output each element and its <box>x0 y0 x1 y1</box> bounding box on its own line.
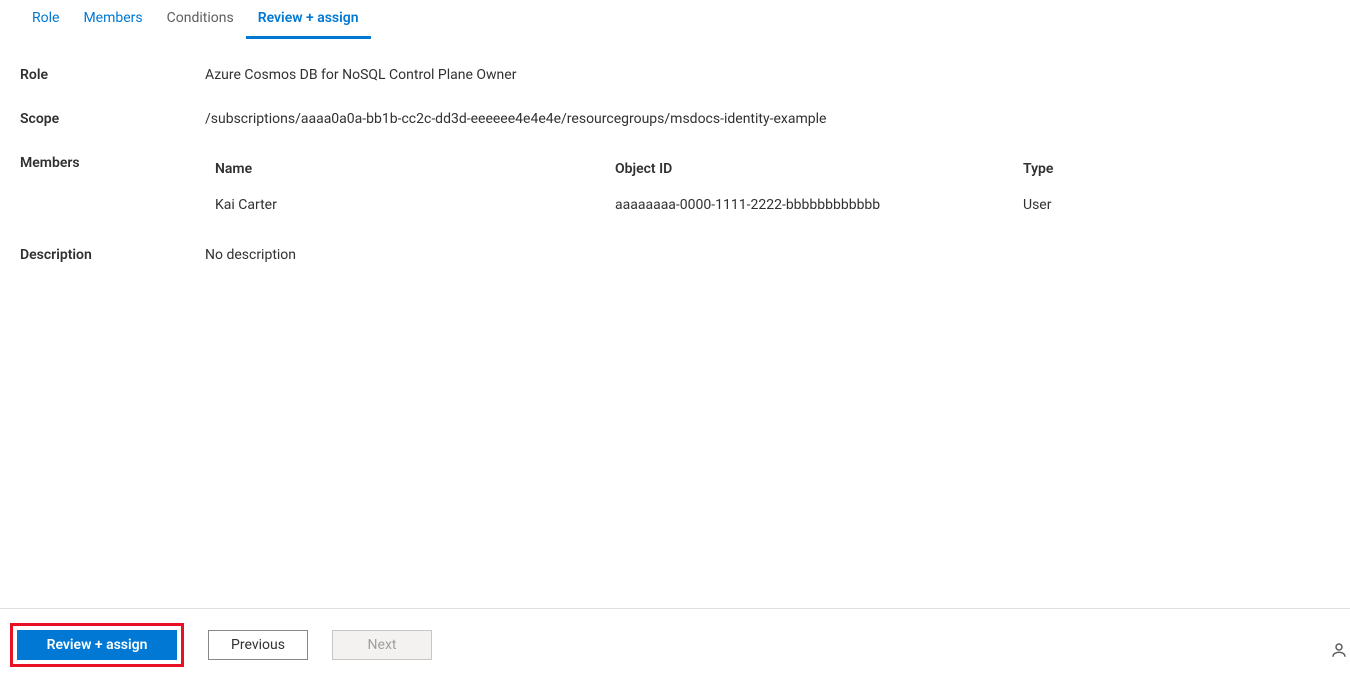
members-header-objectid: Object ID <box>615 161 1023 177</box>
highlight-frame: Review + assign <box>10 623 184 667</box>
value-role: Azure Cosmos DB for NoSQL Control Plane … <box>205 67 1330 83</box>
member-objectid: aaaaaaaa-0000-1111-2222-bbbbbbbbbbbb <box>615 197 1023 213</box>
members-table: Name Object ID Type Kai Carter aaaaaaaa-… <box>205 155 1330 219</box>
review-panel: Role Azure Cosmos DB for NoSQL Control P… <box>0 39 1350 263</box>
members-header-type: Type <box>1023 161 1320 177</box>
members-header-name: Name <box>215 161 615 177</box>
table-row: Kai Carter aaaaaaaa-0000-1111-2222-bbbbb… <box>205 191 1330 219</box>
member-name: Kai Carter <box>215 197 615 213</box>
tab-bar: Role Members Conditions Review + assign <box>0 0 1350 39</box>
label-role: Role <box>20 67 205 83</box>
footer-bar: Review + assign Previous Next <box>0 608 1350 675</box>
label-scope: Scope <box>20 111 205 127</box>
tab-conditions[interactable]: Conditions <box>155 6 246 39</box>
tab-members[interactable]: Members <box>71 6 154 39</box>
tab-role[interactable]: Role <box>20 6 71 39</box>
label-members: Members <box>20 155 205 171</box>
tab-review-assign[interactable]: Review + assign <box>246 6 371 39</box>
review-assign-button[interactable]: Review + assign <box>17 630 177 660</box>
member-type: User <box>1023 197 1320 213</box>
label-description: Description <box>20 247 205 263</box>
value-description: No description <box>205 247 1330 263</box>
previous-button[interactable]: Previous <box>208 630 308 660</box>
next-button: Next <box>332 630 432 660</box>
feedback-icon[interactable] <box>1330 641 1348 659</box>
value-scope: /subscriptions/aaaa0a0a-bb1b-cc2c-dd3d-e… <box>205 111 1330 127</box>
